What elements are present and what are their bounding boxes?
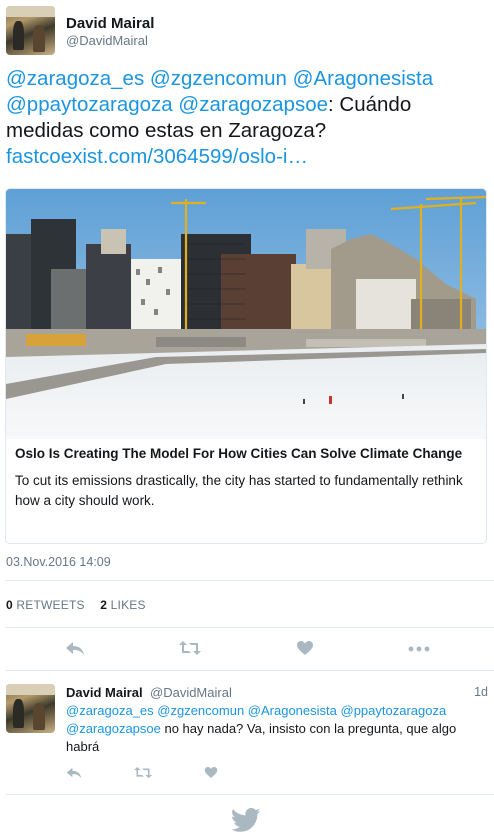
link-card[interactable]: Oslo Is Creating The Model For How Citie… <box>5 188 487 544</box>
card-title[interactable]: Oslo Is Creating The Model For How Citie… <box>15 446 462 461</box>
mention-link[interactable]: fastcoexist.com/3064599/oslo-i… <box>6 145 308 168</box>
reply-text: @zaragoza_es @zgzencomun @Aragonesista @… <box>66 702 486 756</box>
tweet-text: @zaragoza_es @zgzencomun @Aragonesista @… <box>6 66 490 170</box>
mention-link[interactable]: @zaragozapsoe <box>66 721 161 736</box>
tweet-stats: 0 RETWEETS 2 LIKES <box>6 598 158 612</box>
reply-icon[interactable] <box>65 640 85 656</box>
mention-link[interactable]: @Aragonesista <box>293 67 433 90</box>
avatar-sky <box>6 684 55 695</box>
avatar-figure <box>12 698 24 729</box>
retweet-icon[interactable] <box>133 766 153 779</box>
more-icon[interactable] <box>408 646 430 652</box>
divider <box>6 794 494 795</box>
author-avatar[interactable] <box>6 6 55 55</box>
author-handle[interactable]: @DavidMairal <box>66 33 148 48</box>
tweet-timestamp[interactable]: 03.Nov.2016 14:09 <box>6 555 111 569</box>
mention-link[interactable]: @ppaytozaragoza <box>6 93 173 116</box>
avatar-figure <box>32 24 45 52</box>
mention-link[interactable]: @ppaytozaragoza <box>341 703 447 718</box>
mention-link[interactable]: @zaragoza_es <box>66 703 154 718</box>
card-description: To cut its emissions drastically, the ci… <box>15 473 463 508</box>
reply-author-avatar[interactable] <box>6 684 55 733</box>
retweet-icon[interactable] <box>178 640 202 656</box>
reply-author-handle[interactable]: @DavidMairal <box>150 685 232 700</box>
reply-author-name[interactable]: David Mairal <box>66 685 143 700</box>
divider <box>6 670 494 671</box>
twitter-bird-icon[interactable] <box>231 808 261 838</box>
mention-link[interactable]: @zaragoza_es <box>6 67 144 90</box>
likes-label: LIKES <box>110 598 146 612</box>
author-name[interactable]: David Mairal <box>66 15 154 32</box>
likes-stat[interactable]: 2 LIKES <box>100 598 145 612</box>
reply-icon[interactable] <box>66 766 82 779</box>
retweets-stat[interactable]: 0 RETWEETS <box>6 598 85 612</box>
mention-link[interactable]: @zgzencomun <box>157 703 244 718</box>
retweets-count: 0 <box>6 598 13 612</box>
avatar-sky <box>6 6 55 17</box>
like-icon[interactable] <box>204 766 218 779</box>
avatar-figure <box>32 702 45 730</box>
like-icon[interactable] <box>296 640 314 656</box>
mention-link[interactable]: @zaragozapsoe <box>178 93 328 116</box>
mention-link[interactable]: @Aragonesista <box>248 703 337 718</box>
mention-link[interactable]: @zgzencomun <box>150 67 287 90</box>
retweets-label: RETWEETS <box>16 598 85 612</box>
likes-count: 2 <box>100 598 108 612</box>
reply-time[interactable]: 1d <box>474 685 488 699</box>
avatar-figure <box>12 20 24 51</box>
divider <box>6 580 494 581</box>
divider <box>6 627 494 628</box>
card-image <box>6 189 486 439</box>
